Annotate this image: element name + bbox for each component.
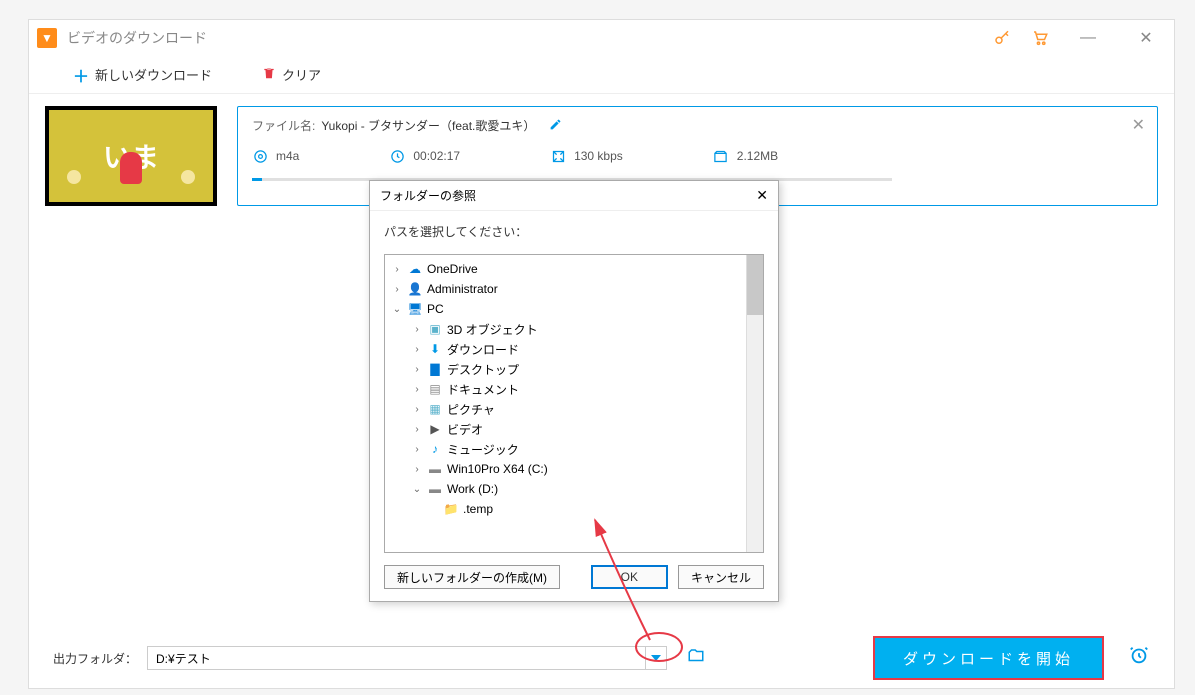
trash-icon [262, 66, 276, 83]
format-icon [252, 148, 268, 164]
dialog-title: フォルダーの参照 [380, 187, 476, 204]
clear-label: クリア [282, 65, 321, 84]
cart-icon[interactable] [1030, 28, 1050, 48]
format-value: m4a [276, 149, 299, 163]
clock-icon [389, 148, 405, 164]
tree-item-pc[interactable]: ⌄🖥PC [387, 299, 761, 319]
tree-item-onedrive[interactable]: ›☁OneDrive [387, 259, 761, 279]
tree-item-3dobjects[interactable]: ›▣3D オブジェクト [387, 319, 761, 339]
app-title: ビデオのダウンロード [67, 28, 207, 48]
tree-item-drive-c[interactable]: ›▬Win10Pro X64 (C:) [387, 459, 761, 479]
tree-scrollbar[interactable] [746, 255, 763, 552]
tree-item-temp[interactable]: 📁.temp [387, 499, 761, 519]
edit-filename-button[interactable] [549, 118, 562, 134]
folder-tree[interactable]: ›☁OneDrive ›👤Administrator ⌄🖥PC ›▣3D オブジ… [384, 254, 764, 553]
filename-label: ファイル名: [252, 117, 315, 134]
titlebar: ▼ ビデオのダウンロード — ✕ [29, 20, 1174, 56]
bitrate-value: 130 kbps [574, 149, 623, 163]
bottom-bar: 出力フォルダ： D:¥テスト ダウンロードを開始 [29, 628, 1174, 688]
tree-item-desktop[interactable]: ›▇デスクトップ [387, 359, 761, 379]
plus-icon: ＋ [73, 63, 89, 87]
filename-value: Yukopi - ブタサンダー（feat.歌愛ユキ） [321, 117, 535, 134]
cancel-button[interactable]: キャンセル [678, 565, 764, 589]
app-logo-icon: ▼ [37, 28, 57, 48]
chevron-down-icon [651, 655, 661, 661]
output-path-value: D:¥テスト [156, 650, 211, 667]
tree-item-admin[interactable]: ›👤Administrator [387, 279, 761, 299]
size-value: 2.12MB [737, 149, 778, 163]
new-folder-button[interactable]: 新しいフォルダーの作成(M) [384, 565, 560, 589]
ok-button[interactable]: OK [591, 565, 668, 589]
alarm-icon[interactable] [1128, 644, 1150, 672]
close-button[interactable]: ✕ [1126, 24, 1166, 52]
minimize-button[interactable]: — [1068, 24, 1108, 52]
dialog-titlebar: フォルダーの参照 ✕ [370, 181, 778, 211]
tree-item-music[interactable]: ›♪ミュージック [387, 439, 761, 459]
key-icon[interactable] [992, 28, 1012, 48]
folder-browse-dialog: フォルダーの参照 ✕ パスを選択してください： ›☁OneDrive ›👤Adm… [369, 180, 779, 602]
start-download-label: ダウンロードを開始 [903, 648, 1074, 669]
output-folder-label: 出力フォルダ： [53, 650, 137, 667]
filesize-icon [713, 148, 729, 164]
bitrate-icon [550, 148, 566, 164]
dialog-prompt: パスを選択してください： [384, 223, 764, 240]
clear-button[interactable]: クリア [262, 65, 321, 84]
tree-item-pictures[interactable]: ›▦ピクチャ [387, 399, 761, 419]
tree-item-videos[interactable]: ›▶ビデオ [387, 419, 761, 439]
output-path-dropdown[interactable] [645, 646, 667, 670]
tree-item-drive-d[interactable]: ⌄▬Work (D:) [387, 479, 761, 499]
dialog-close-button[interactable]: ✕ [756, 187, 768, 204]
output-path-field[interactable]: D:¥テスト [147, 646, 667, 670]
duration-value: 00:02:17 [413, 149, 460, 163]
open-folder-button[interactable] [685, 647, 707, 670]
tree-item-documents[interactable]: ›▤ドキュメント [387, 379, 761, 399]
video-thumbnail[interactable]: いま [45, 106, 217, 206]
start-download-button[interactable]: ダウンロードを開始 [873, 636, 1104, 680]
new-download-button[interactable]: ＋ 新しいダウンロード [73, 63, 212, 87]
remove-item-button[interactable]: ✕ [1132, 115, 1145, 135]
tree-item-downloads[interactable]: ›⬇ダウンロード [387, 339, 761, 359]
new-download-label: 新しいダウンロード [95, 65, 212, 84]
toolbar: ＋ 新しいダウンロード クリア [29, 56, 1174, 94]
